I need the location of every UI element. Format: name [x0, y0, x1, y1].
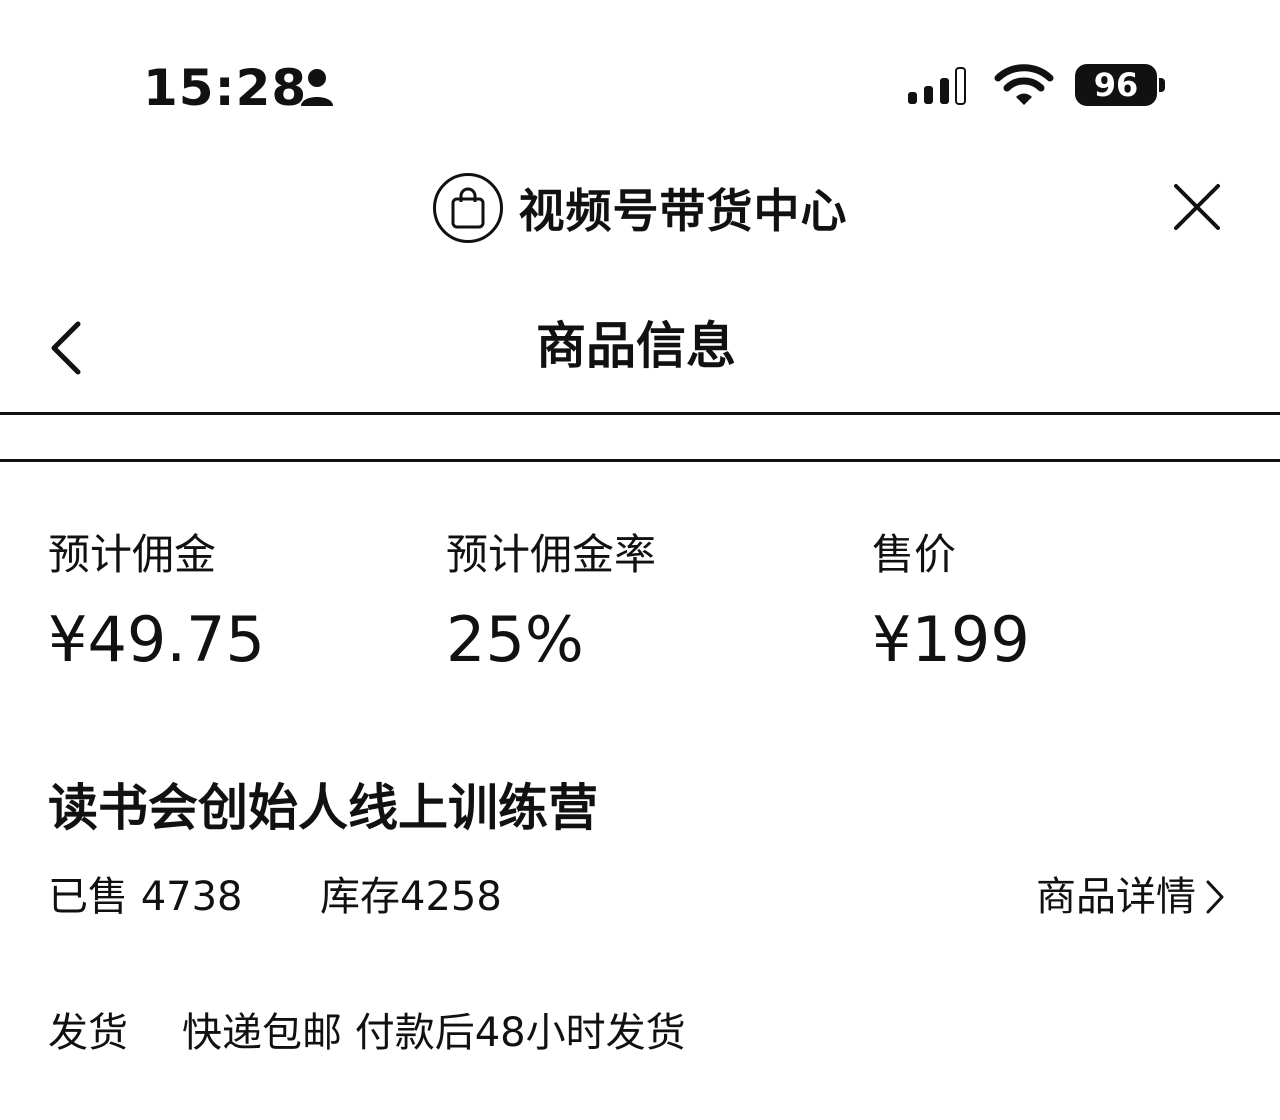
- shipping-info: 快递包邮 付款后48小时发货: [182, 1010, 686, 1056]
- sold-count: 已售 4738: [48, 874, 243, 920]
- price-value: ¥199: [872, 603, 1030, 676]
- shopping-bag-icon: [432, 173, 503, 243]
- battery-cap: [1159, 78, 1165, 92]
- battery-level: 96: [1075, 64, 1157, 106]
- price-label: 售价: [872, 530, 957, 579]
- battery-icon: 96: [1075, 64, 1169, 108]
- product-name: 读书会创始人线上训练营: [48, 779, 598, 837]
- person-icon: [301, 69, 333, 106]
- mini-program-header: 视频号带货中心: [0, 160, 1280, 256]
- stock-count: 库存4258: [320, 874, 502, 920]
- wifi-icon: [994, 64, 1054, 105]
- cellular-signal-icon: [908, 67, 966, 105]
- status-time: 15:28: [143, 59, 308, 117]
- divider: [0, 412, 1280, 415]
- product-details-link[interactable]: 商品详情: [1036, 872, 1226, 922]
- chevron-right-icon: [1206, 880, 1224, 914]
- shipping-label: 发货: [48, 1010, 128, 1056]
- commission-rate-label: 预计佣金率: [446, 530, 657, 579]
- commission-label: 预计佣金: [48, 530, 217, 579]
- product-details-label: 商品详情: [1036, 874, 1196, 920]
- page-title: 商品信息: [536, 317, 736, 375]
- close-icon[interactable]: [1172, 182, 1222, 232]
- commission-value: ¥49.75: [48, 603, 265, 676]
- mini-program-title: 视频号带货中心: [518, 184, 848, 238]
- divider: [0, 459, 1280, 462]
- commission-rate-value: 25%: [446, 603, 584, 676]
